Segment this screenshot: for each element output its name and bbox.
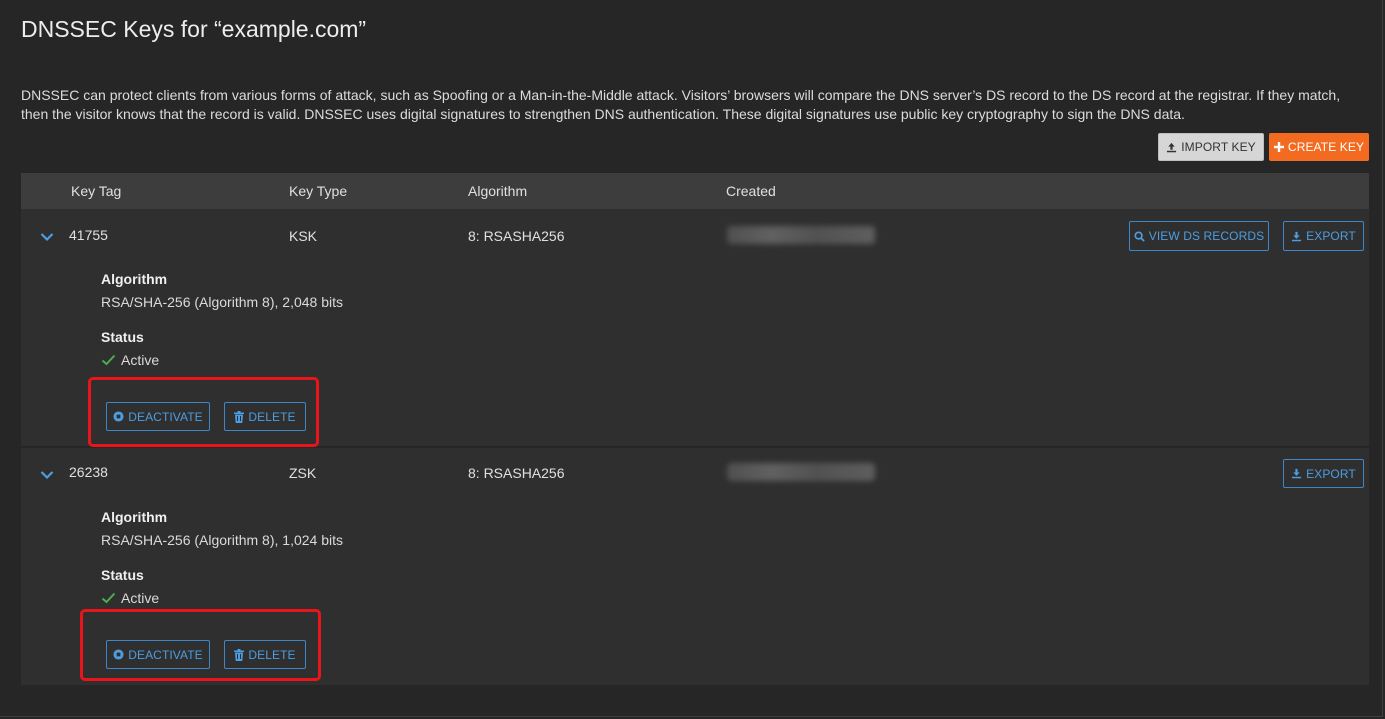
key-algorithm: 8: RSASHA256	[468, 228, 565, 244]
header-created: Created	[726, 183, 776, 199]
key-tag: 26238	[69, 464, 108, 480]
created-date-redacted	[727, 463, 875, 481]
export-label: EXPORT	[1306, 229, 1356, 243]
chevron-down-icon[interactable]	[40, 229, 54, 247]
download-icon	[1291, 468, 1302, 479]
header-key-tag: Key Tag	[71, 183, 122, 199]
key-tag: 41755	[69, 227, 108, 243]
view-ds-records-label: VIEW DS RECORDS	[1148, 229, 1265, 243]
highlight-box	[80, 609, 321, 681]
create-key-button[interactable]: CREATE KEY	[1269, 133, 1369, 161]
highlight-box	[88, 377, 319, 447]
export-button[interactable]: EXPORT	[1283, 221, 1364, 251]
download-icon	[1291, 231, 1302, 242]
create-key-label: CREATE KEY	[1287, 140, 1365, 154]
keys-table-header: Key Tag Key Type Algorithm Created	[21, 173, 1369, 209]
page-description: DNSSEC can protect clients from various …	[21, 87, 1341, 122]
algorithm-detail-label: Algorithm	[101, 509, 168, 525]
status-value: Active	[101, 352, 159, 368]
status-value: Active	[101, 590, 159, 606]
status-label: Status	[101, 329, 144, 345]
status-text: Active	[121, 352, 160, 368]
import-key-button[interactable]: IMPORT KEY	[1158, 133, 1264, 161]
export-label: EXPORT	[1306, 466, 1356, 481]
page-title: DNSSEC Keys for “example.com”	[21, 16, 367, 42]
upload-icon	[1166, 142, 1177, 153]
algorithm-detail-label: Algorithm	[101, 271, 168, 287]
check-icon	[101, 354, 116, 366]
status-text: Active	[121, 590, 160, 606]
chevron-down-icon[interactable]	[40, 467, 54, 485]
key-type: KSK	[289, 228, 318, 244]
header-key-type: Key Type	[289, 183, 348, 199]
algorithm-detail-value: RSA/SHA-256 (Algorithm 8), 1,024 bits	[101, 532, 343, 548]
status-label: Status	[101, 567, 144, 583]
search-icon	[1134, 230, 1145, 242]
key-type: ZSK	[289, 465, 317, 481]
key-algorithm: 8: RSASHA256	[468, 465, 565, 481]
export-button[interactable]: EXPORT	[1283, 459, 1364, 488]
view-ds-records-button[interactable]: VIEW DS RECORDS	[1129, 221, 1269, 251]
header-algorithm: Algorithm	[468, 183, 528, 199]
created-date-redacted	[727, 226, 875, 244]
plus-icon	[1273, 142, 1284, 152]
dnssec-page: DNSSEC Keys for “example.com” DNSSEC can…	[0, 0, 1383, 717]
import-key-label: IMPORT KEY	[1181, 140, 1256, 154]
algorithm-detail-value: RSA/SHA-256 (Algorithm 8), 2,048 bits	[101, 294, 343, 310]
check-icon	[101, 592, 116, 604]
